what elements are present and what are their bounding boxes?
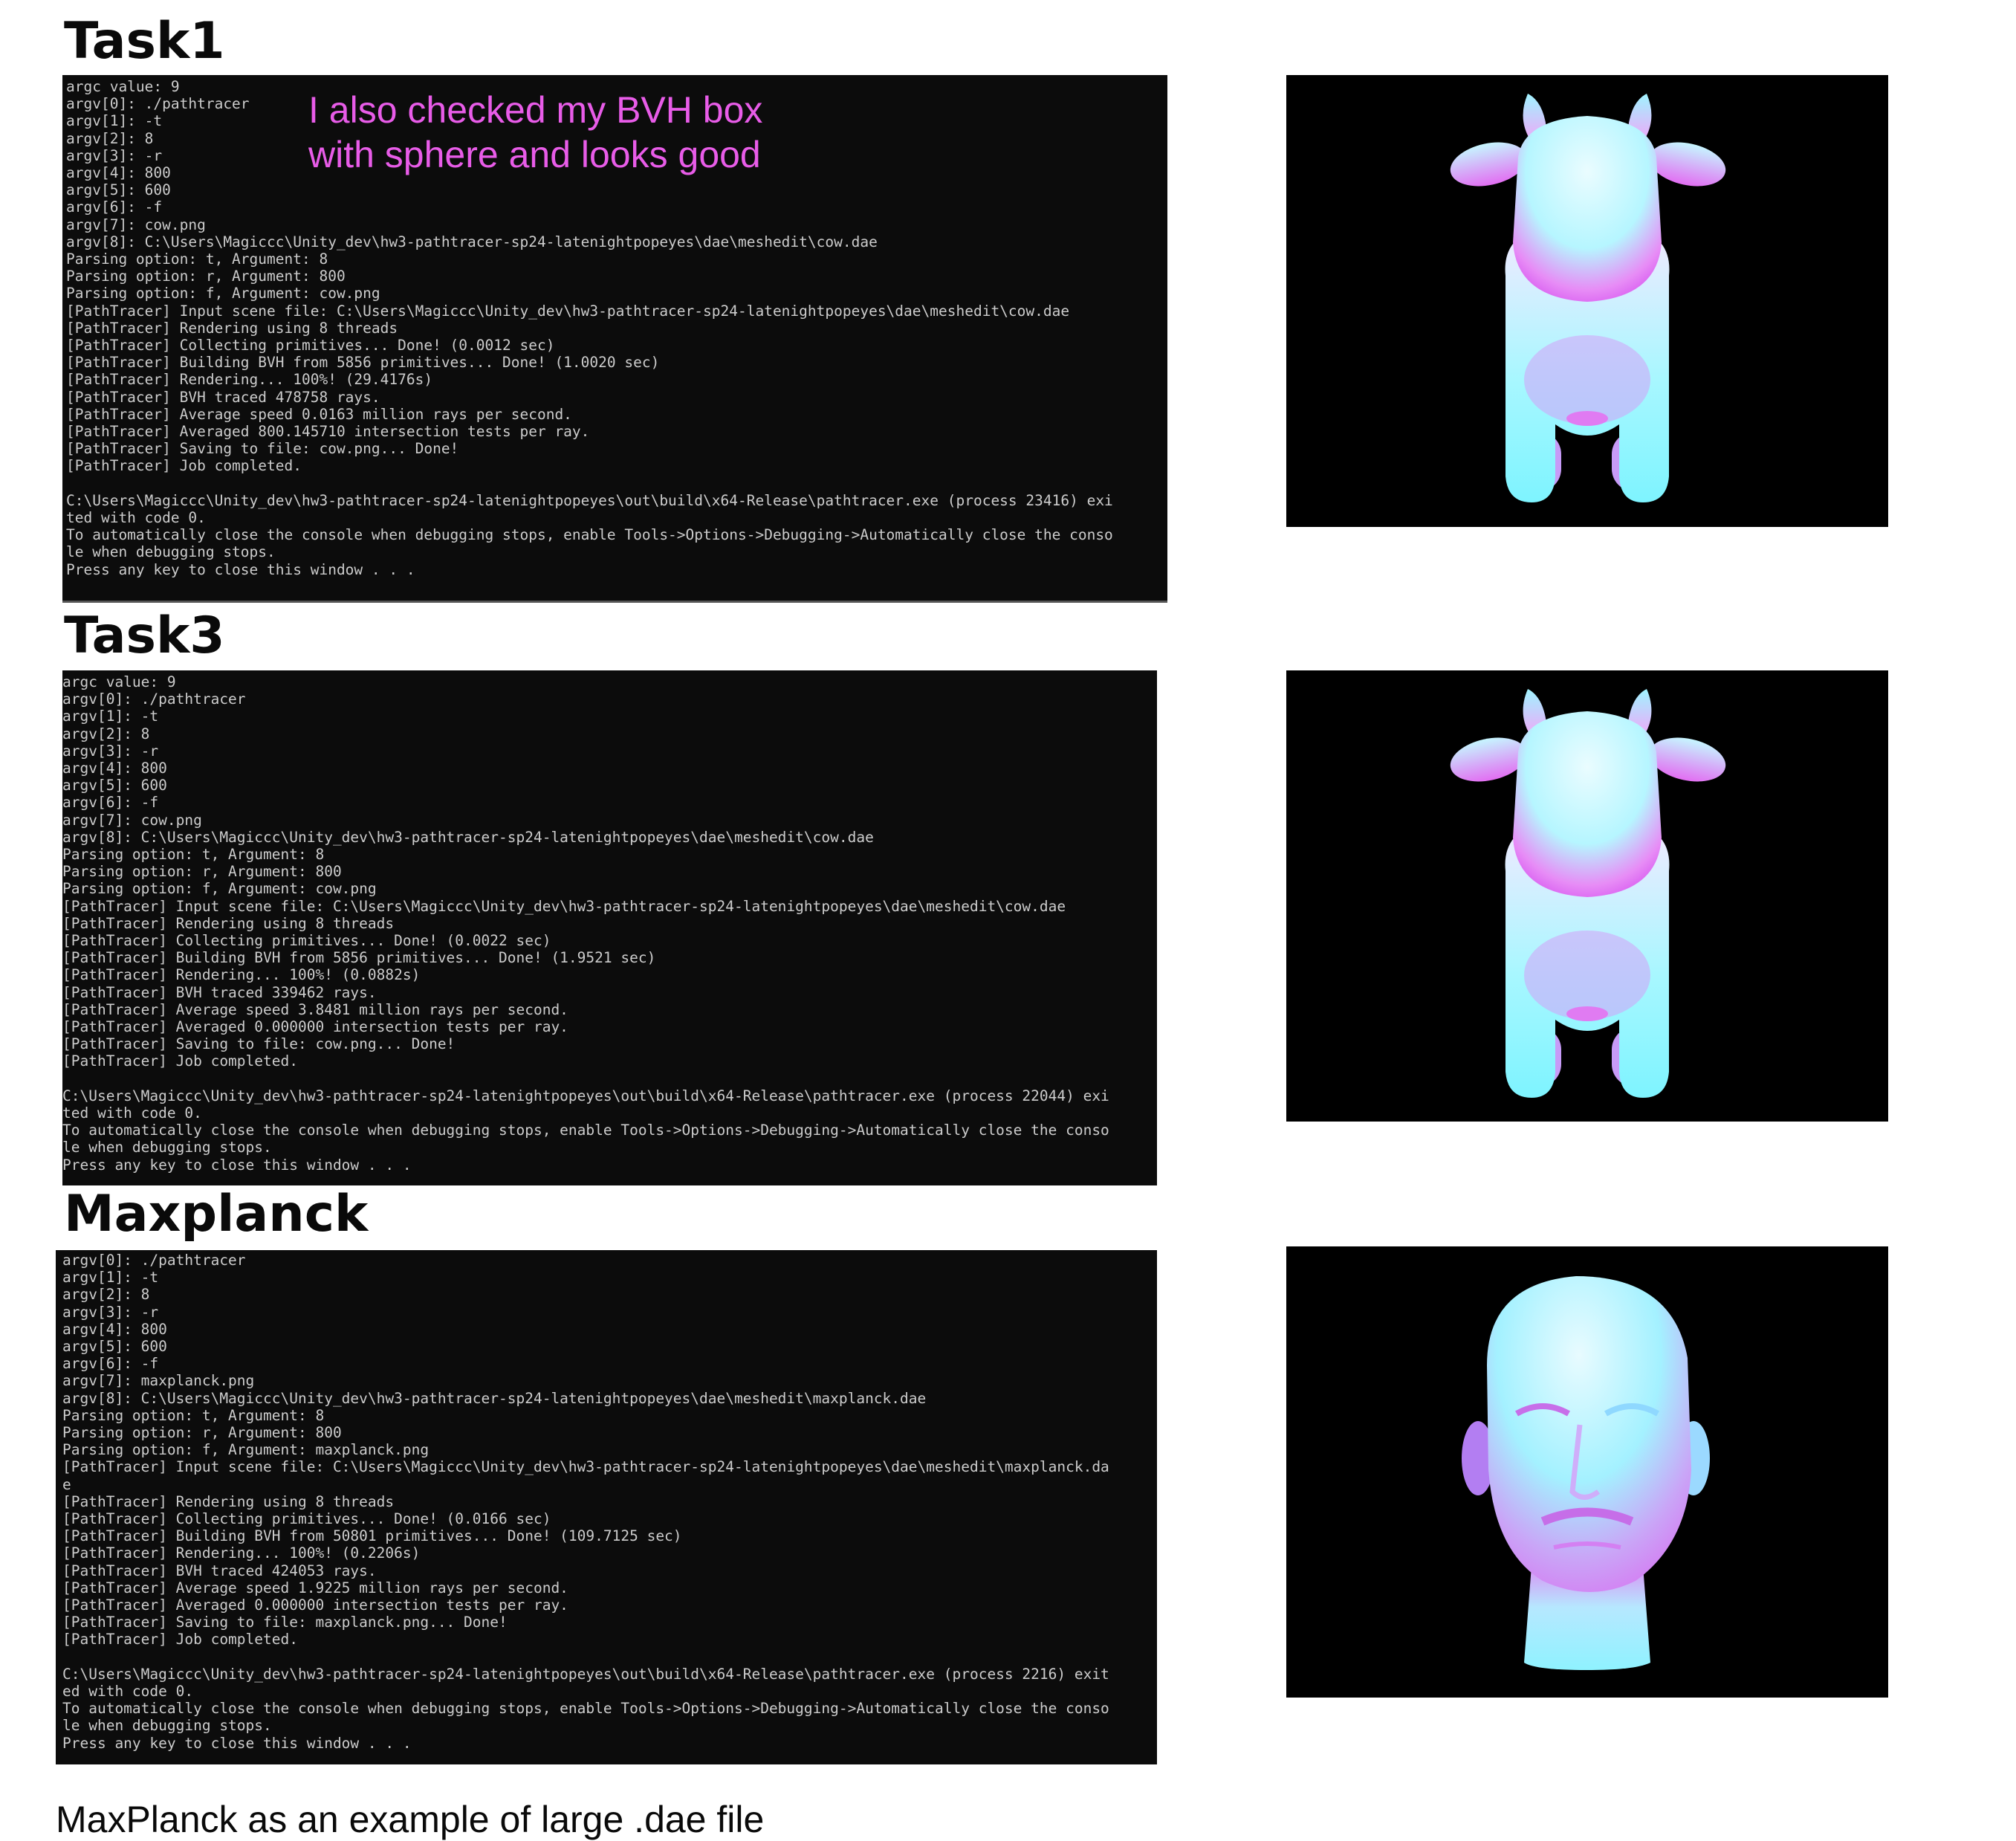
maxplanck-console-output: argv[0]: ./pathtracer argv[1]: -t argv[2… bbox=[62, 1252, 1109, 1752]
task1-heading: Task1 bbox=[64, 12, 225, 71]
task1-bvh-note-line1: I also checked my BVH box bbox=[308, 89, 763, 131]
task1-console-bottom-edge bbox=[62, 601, 1167, 603]
cow-render-image bbox=[1450, 689, 1726, 1098]
task1-bvh-note-line2: with sphere and looks good bbox=[308, 134, 761, 175]
maxplanck-head-render bbox=[1286, 1246, 1888, 1698]
cow-render-image bbox=[1450, 94, 1726, 502]
maxplanck-render-image bbox=[1462, 1276, 1710, 1670]
task3-heading: Task3 bbox=[64, 606, 225, 665]
maxplanck-heading: Maxplanck bbox=[64, 1185, 369, 1243]
task3-cow-render bbox=[1286, 670, 1888, 1122]
maxplanck-caption: MaxPlanck as an example of large .dae fi… bbox=[56, 1799, 765, 1840]
maxplanck-console-window[interactable]: argv[0]: ./pathtracer argv[1]: -t argv[2… bbox=[56, 1250, 1157, 1764]
task3-console-output: argc value: 9 argv[0]: ./pathtracer argv… bbox=[62, 673, 1109, 1174]
task1-cow-render bbox=[1286, 75, 1888, 527]
task1-bvh-note: I also checked my BVH box with sphere an… bbox=[308, 88, 762, 177]
task3-console-window[interactable]: argc value: 9 argv[0]: ./pathtracer argv… bbox=[62, 670, 1157, 1185]
